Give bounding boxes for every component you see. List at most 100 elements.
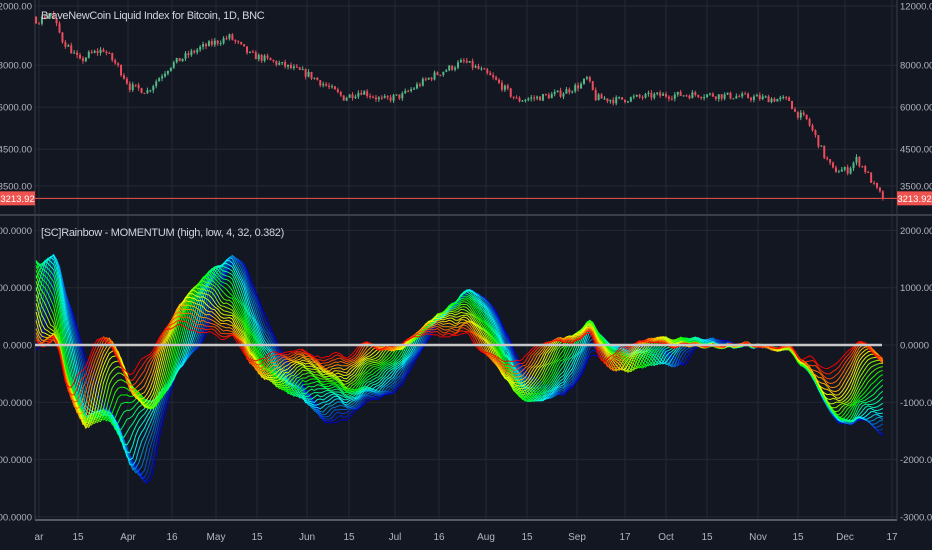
indicator-axis-label: -1000.0000 [0, 398, 32, 409]
candle-body [834, 167, 837, 173]
candle-body [451, 65, 454, 70]
candle-body [436, 72, 439, 75]
candle-body [58, 23, 61, 33]
candle-body [536, 96, 539, 99]
candle-body [149, 90, 152, 92]
candle-body [670, 98, 673, 100]
candle-body [169, 67, 172, 71]
last-price-label: 3213.92 [0, 194, 34, 205]
candle-body [846, 167, 849, 174]
candle-body [117, 63, 120, 66]
candle-body [676, 91, 679, 95]
candle-body [840, 169, 843, 172]
candle-body [644, 94, 647, 98]
candle-body [468, 61, 471, 63]
candle-body [122, 75, 125, 79]
candle-body [456, 62, 459, 68]
time-axis-label: 15 [251, 532, 263, 543]
candle-body [331, 86, 333, 88]
price-axis-label: 4500.00 [0, 145, 32, 156]
candle-body [782, 97, 785, 99]
candle-body [811, 125, 814, 131]
candle-body [105, 51, 108, 53]
chart-canvas[interactable]: ar 15 Apr 16 May 15 Jun 15 Jul 16 Aug 15 Sep 17 Oct 15 N… [0, 0, 932, 550]
candle-body [641, 96, 644, 98]
candle-body [764, 96, 767, 98]
candle-body [685, 95, 688, 97]
candle-body [574, 85, 577, 92]
candle-body [503, 85, 506, 90]
candle-body [316, 77, 319, 81]
candle-body [612, 99, 615, 104]
time-axis-label: 15 [72, 532, 84, 543]
candle-body [319, 80, 322, 86]
candle-body [225, 38, 228, 40]
candle-body [93, 50, 96, 53]
candle-body [278, 62, 281, 65]
candle-body [38, 23, 40, 25]
candle-body [257, 54, 260, 60]
candle-body [665, 93, 668, 97]
candle-body [202, 44, 205, 47]
candle-body [796, 111, 799, 118]
candle-body [246, 46, 249, 53]
candle-body [870, 172, 873, 183]
candle-body [656, 92, 659, 94]
price-axis-label: 3500.00 [900, 181, 932, 192]
candle-body [366, 91, 369, 97]
candle-body [603, 98, 606, 100]
candle-body [744, 93, 747, 95]
candle-body [609, 99, 612, 102]
candle-body [234, 39, 237, 42]
candle-body [471, 61, 474, 68]
candle-body [442, 71, 445, 75]
candle-body [377, 97, 380, 100]
candle-body [755, 95, 758, 97]
candle-body [779, 97, 782, 99]
price-axis-label: 4500.00 [900, 145, 932, 156]
time-axis-label: 17 [619, 532, 631, 543]
candle-body [524, 100, 527, 102]
candle-body [867, 171, 870, 173]
candle-body [761, 96, 764, 100]
candle-body [577, 85, 580, 89]
candle-body [849, 168, 852, 174]
candle-body [512, 96, 515, 98]
candle-body [222, 38, 225, 44]
candle-body [424, 78, 427, 80]
candle-body [427, 77, 430, 80]
candle-body [372, 96, 375, 98]
indicator-axis-label: -3000.0000 [0, 512, 32, 523]
momentum-line-26 [35, 253, 883, 466]
candle-body [398, 94, 401, 99]
indicator-axis-label: -3000.0000 [900, 512, 932, 523]
time-axis-label: Apr [120, 532, 136, 543]
candle-body [735, 96, 738, 99]
candle-body [231, 34, 234, 40]
time-axis-label: Jun [299, 532, 315, 543]
time-axis-label: 17 [886, 532, 898, 543]
candle-body [489, 72, 492, 76]
time-axis-label: Dec [836, 532, 854, 543]
candle-body [134, 84, 137, 86]
candle-body [114, 60, 117, 64]
momentum-line-30 [35, 256, 883, 480]
candle-body [562, 93, 565, 97]
candle-body [559, 90, 562, 97]
candle-body [793, 109, 796, 112]
candle-body [486, 69, 489, 73]
candle-body [146, 90, 149, 94]
candle-body [635, 94, 638, 97]
candle-body [345, 97, 348, 101]
price-axis-label: 3500.00 [0, 181, 32, 192]
candle-body [465, 60, 468, 63]
time-axis-label: Sep [568, 532, 586, 543]
candle-body [594, 89, 597, 101]
candle-body [351, 94, 354, 99]
candle-body [837, 171, 840, 173]
candle-body [647, 92, 650, 95]
candle-body [600, 94, 603, 99]
candle-body [588, 77, 591, 82]
candle-body [480, 68, 483, 70]
time-axis-label: 15 [792, 532, 804, 543]
